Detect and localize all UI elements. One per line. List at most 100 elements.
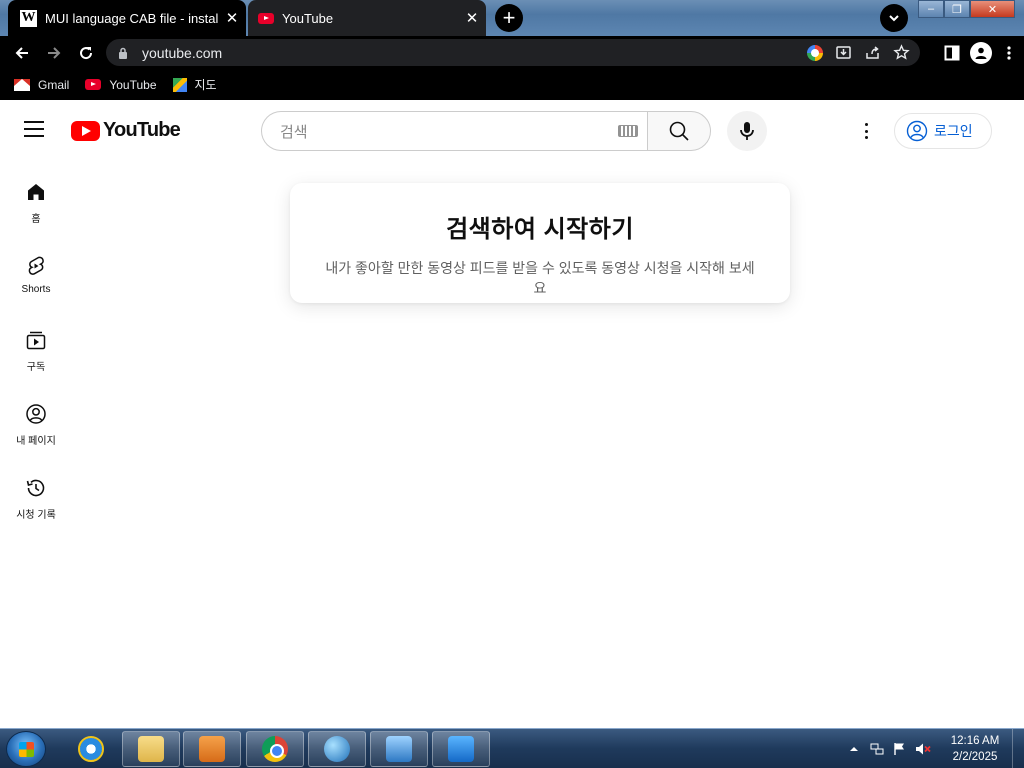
taskbar-file-explorer[interactable] — [122, 731, 180, 767]
bookmark-youtube[interactable]: YouTube — [85, 77, 157, 92]
youtube-page: YouTube 검색 로그인 홈 Shorts 구독 내 페이지 시청 기록 검… — [0, 103, 1024, 727]
youtube-icon — [85, 79, 102, 90]
window-close-button[interactable]: ✕ — [970, 0, 1015, 18]
sidebar-item-you[interactable]: 내 페이지 — [0, 390, 72, 460]
tab-close-button[interactable]: ✕ — [458, 9, 486, 27]
person-icon — [975, 47, 987, 59]
reload-icon — [80, 46, 93, 59]
wikipedia-w-icon: W — [20, 9, 37, 27]
google-lens-icon[interactable] — [807, 44, 823, 61]
taskbar-update-app[interactable] — [432, 731, 490, 767]
youtube-logo[interactable]: YouTube — [71, 119, 181, 142]
install-app-icon[interactable] — [835, 44, 852, 61]
sidebar-item-subscriptions[interactable]: 구독 — [0, 316, 72, 386]
maximize-button[interactable]: ❐ — [944, 0, 970, 18]
chevron-down-icon — [889, 15, 899, 22]
bookmark-label: YouTube — [109, 77, 157, 92]
new-tab-button[interactable]: + — [495, 4, 523, 32]
settings-menu-button[interactable] — [856, 121, 876, 141]
tab-mui-language[interactable]: W MUI language CAB file - install in ✕ — [8, 0, 246, 36]
taskbar-internet-explorer[interactable] — [62, 731, 120, 767]
windows-taskbar: 12:16 AM 2/2/2025 — [0, 728, 1024, 768]
bookmark-star-icon[interactable] — [893, 44, 910, 61]
side-panel-icon[interactable] — [944, 45, 960, 61]
youtube-masthead: YouTube 검색 로그인 — [0, 103, 1024, 159]
sidebar-item-label: 구독 — [26, 362, 46, 373]
show-desktop-button[interactable] — [1012, 729, 1024, 768]
minimize-button[interactable]: – — [918, 0, 944, 18]
subscriptions-icon — [26, 331, 46, 350]
folder-icon — [138, 736, 164, 762]
action-center-flag-icon[interactable] — [892, 742, 908, 756]
system-tray: 12:16 AM 2/2/2025 — [846, 729, 1024, 768]
start-button[interactable] — [6, 731, 46, 767]
guide-menu-button[interactable] — [24, 121, 44, 137]
chrome-menu-icon[interactable] — [1002, 45, 1016, 61]
taskbar-media-player[interactable] — [183, 731, 241, 767]
lock-icon — [119, 47, 127, 59]
url-text: youtube.com — [142, 44, 223, 61]
media-player-icon — [199, 736, 225, 762]
browser-tab-strip: W MUI language CAB file - install in ✕ Y… — [0, 0, 1024, 36]
back-button[interactable] — [7, 38, 37, 68]
account-icon — [26, 404, 46, 424]
tab-youtube[interactable]: YouTube ✕ — [248, 0, 486, 36]
search-input[interactable]: 검색 — [261, 111, 648, 151]
search-icon — [669, 121, 689, 141]
show-hidden-icons-icon[interactable] — [846, 742, 862, 756]
bookmark-maps[interactable]: 지도 — [172, 76, 217, 93]
sidebar-item-label: 시청 기록 — [16, 510, 56, 521]
taskbar-network-settings[interactable] — [370, 731, 428, 767]
clock-time: 12:16 AM — [950, 735, 1000, 747]
network-icon[interactable] — [869, 742, 885, 756]
network-globe-icon — [324, 736, 350, 762]
address-bar[interactable]: youtube.com — [106, 39, 920, 66]
youtube-play-icon — [71, 120, 100, 141]
taskbar-chrome[interactable] — [246, 731, 304, 767]
empty-feed-prompt: 검색하여 시작하기 내가 좋아할 만한 동영상 피드를 받을 수 있도록 동영상… — [290, 183, 790, 303]
search-placeholder: 검색 — [280, 123, 308, 141]
bookmark-label: 지도 — [194, 78, 217, 92]
reload-button[interactable] — [71, 38, 101, 68]
taskbar-network-app[interactable] — [308, 731, 366, 767]
volume-muted-icon[interactable] — [915, 742, 931, 756]
sidebar-item-label: 내 페이지 — [16, 436, 56, 447]
sidebar-item-shorts[interactable]: Shorts — [0, 242, 72, 312]
network-settings-icon — [386, 736, 412, 762]
sidebar-item-label: Shorts — [21, 284, 51, 295]
sidebar-item-label: 홈 — [31, 214, 41, 225]
sidebar-item-home[interactable]: 홈 — [0, 168, 72, 238]
update-arrow-icon — [448, 736, 474, 762]
tab-title: MUI language CAB file - install in — [45, 10, 218, 26]
gmail-icon — [14, 78, 30, 91]
tab-title: YouTube — [282, 10, 334, 26]
share-icon[interactable] — [864, 44, 881, 61]
logo-wordmark: YouTube — [103, 119, 181, 141]
internet-explorer-icon — [78, 736, 104, 762]
tab-search-button[interactable] — [880, 4, 908, 32]
sign-in-button[interactable]: 로그인 — [894, 113, 992, 149]
arrow-right-icon — [48, 46, 61, 59]
system-clock[interactable]: 12:16 AM 2/2/2025 — [938, 733, 1012, 765]
prompt-body: 내가 좋아할 만한 동영상 피드를 받을 수 있도록 동영상 시청을 시작해 보… — [325, 260, 755, 296]
search-button[interactable] — [647, 111, 711, 151]
bookmarks-bar: Gmail YouTube 지도 — [0, 69, 1024, 100]
sign-in-label: 로그인 — [934, 123, 973, 139]
arrow-left-icon — [15, 46, 28, 59]
clock-date: 2/2/2025 — [952, 751, 998, 763]
maps-icon — [172, 77, 187, 92]
forward-button[interactable] — [39, 38, 69, 68]
account-circle-icon — [906, 120, 928, 142]
keyboard-icon[interactable] — [618, 125, 638, 137]
youtube-icon — [258, 12, 274, 24]
shorts-icon — [28, 256, 44, 275]
chrome-icon — [262, 736, 288, 762]
bookmark-gmail[interactable]: Gmail — [14, 78, 69, 92]
history-icon — [26, 479, 45, 497]
tab-close-button[interactable]: ✕ — [218, 9, 246, 27]
voice-search-button[interactable] — [727, 111, 767, 151]
profile-button[interactable] — [970, 41, 992, 64]
bookmark-label: Gmail — [38, 77, 70, 92]
sidebar-item-history[interactable]: 시청 기록 — [0, 464, 72, 534]
prompt-title: 검색하여 시작하기 — [446, 216, 634, 243]
